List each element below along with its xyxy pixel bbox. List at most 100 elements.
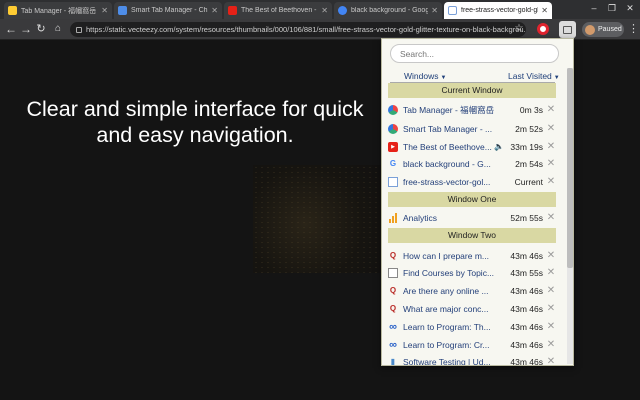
maximize-icon[interactable]: ❐ (606, 3, 618, 14)
tab-manager-icon (563, 26, 572, 34)
tab-item-time: 43m 46s (510, 321, 543, 332)
bookmark-star-icon[interactable]: ☆ (512, 22, 526, 36)
browser-tab[interactable]: Tab Manager - 福幗窩岳 - C ✕ (4, 2, 112, 19)
close-icon[interactable]: ✕ (546, 141, 556, 152)
tab-item-title: What are major conc... (403, 303, 489, 314)
windows-dropdown-label: Windows (404, 71, 439, 81)
tab-item-title: Smart Tab Manager - ... (403, 123, 493, 134)
tab-list-item[interactable]: Tab Manager - 福幗窩岳 0m 3s ✕ (388, 100, 556, 119)
close-tab-icon[interactable]: ✕ (211, 6, 218, 15)
tab-item-title: Learn to Program: Th... (403, 321, 491, 332)
forward-icon[interactable]: → (19, 22, 33, 36)
group-header-current-window: Current Window (388, 83, 556, 98)
close-window-icon[interactable]: ✕ (624, 3, 636, 14)
browser-tab[interactable]: The Best of Beethoven - Y ✕ (224, 2, 332, 19)
tab-list-item[interactable]: ▮ Software Testing | Ud... 43m 46s ✕ (388, 352, 556, 366)
close-icon[interactable]: ✕ (546, 176, 556, 187)
tab-item-title: black background - G... (403, 158, 491, 169)
tab-manager-icon (388, 104, 398, 115)
glitter-image (253, 165, 383, 273)
close-icon[interactable]: ✕ (546, 212, 556, 223)
browser-menu-icon[interactable]: ⋮ (628, 22, 639, 36)
tab-favicon (228, 6, 237, 15)
tab-item-title: Software Testing | Ud... (403, 356, 491, 366)
close-icon[interactable]: ✕ (546, 303, 556, 314)
tab-item-time: 43m 46s (510, 303, 543, 314)
caret-down-icon: ▼ (440, 75, 447, 81)
tab-manager-popup: Windows▼ Last Visited▼ Current Window Ta… (381, 38, 574, 366)
close-tab-icon[interactable]: ✕ (321, 6, 328, 15)
tab-item-time: 0m 3s (519, 104, 543, 115)
analytics-icon (388, 212, 398, 223)
close-icon[interactable]: ✕ (546, 356, 556, 365)
tab-favicon (448, 6, 457, 15)
tab-list-item[interactable]: Q What are major conc... 43m 46s ✕ (388, 299, 556, 318)
tab-item-time: 43m 46s (510, 339, 543, 350)
tab-item-title: Find Courses by Topic... (403, 267, 495, 278)
tab-list-item[interactable]: ∞ Learn to Program: Th... 43m 46s ✕ (388, 317, 556, 336)
youtube-icon: ▶ (388, 141, 398, 152)
page-headline: Clear and simple interface for quick and… (26, 97, 364, 147)
tab-strip: Tab Manager - 福幗窩岳 - C ✕ Smart Tab Manag… (0, 0, 640, 19)
windows-dropdown[interactable]: Windows ▼ (404, 71, 446, 81)
tab-title: The Best of Beethoven - Y (241, 7, 319, 14)
tab-item-title: free-strass-vector-gol... (403, 176, 491, 187)
browser-toolbar: ← → ↻ ⌂ https://static.vecteezy.com/syst… (0, 19, 640, 40)
close-tab-icon[interactable]: ✕ (101, 6, 108, 15)
speaker-icon[interactable]: 🔈 (494, 142, 504, 151)
tab-title: Tab Manager - 福幗窩岳 - C (21, 7, 98, 15)
search-input[interactable] (390, 44, 559, 63)
scrollbar-thumb[interactable] (567, 68, 573, 268)
profile-button[interactable]: Paused (582, 22, 624, 37)
popup-scrollbar[interactable] (567, 68, 573, 364)
image-icon (388, 176, 398, 187)
tab-list-item[interactable]: Find Courses by Topic... 43m 55s ✕ (388, 263, 556, 282)
tab-manager-extension-button[interactable] (559, 21, 576, 38)
udemy-icon (388, 267, 398, 278)
tab-item-time: 2m 52s (515, 123, 543, 134)
quora-icon: Q (389, 303, 397, 313)
tab-item-time: 33m 19s (510, 141, 543, 152)
tab-favicon (8, 6, 17, 15)
tab-list-item[interactable]: Smart Tab Manager - ... 2m 52s ✕ (388, 119, 556, 138)
profile-status: Paused (598, 26, 622, 33)
address-bar[interactable]: https://static.vecteezy.com/system/resou… (70, 22, 526, 37)
close-tab-icon[interactable]: ✕ (541, 6, 548, 15)
opera-extension-icon[interactable] (537, 23, 549, 35)
quora-icon: Q (389, 250, 397, 260)
close-icon[interactable]: ✕ (546, 123, 556, 134)
browser-tab-active[interactable]: free-strass-vector-gold-glitt ✕ (444, 2, 552, 19)
close-icon[interactable]: ✕ (546, 104, 556, 115)
caret-down-icon: ▼ (553, 75, 560, 81)
close-icon[interactable]: ✕ (546, 267, 556, 278)
browser-tab[interactable]: Smart Tab Manager - Chrome ✕ (114, 2, 222, 19)
tab-list-item[interactable]: Analytics 52m 55s ✕ (388, 208, 556, 227)
reload-icon[interactable]: ↻ (34, 22, 48, 36)
sort-dropdown[interactable]: Last Visited ▼ (508, 71, 560, 81)
tab-title: free-strass-vector-gold-glitt (461, 7, 539, 14)
home-icon[interactable]: ⌂ (51, 22, 65, 36)
minimize-icon[interactable]: – (588, 3, 600, 13)
tab-item-time: Current (514, 176, 543, 187)
tab-item-time: 43m 46s (510, 356, 543, 366)
browser-tab[interactable]: black background - Google S ✕ (334, 2, 442, 19)
tab-favicon (118, 6, 127, 15)
close-icon[interactable]: ✕ (546, 339, 556, 350)
back-icon[interactable]: ← (4, 22, 18, 36)
close-icon[interactable]: ✕ (546, 321, 556, 332)
tab-item-title: Learn to Program: Cr... (403, 339, 490, 350)
close-tab-icon[interactable]: ✕ (431, 6, 438, 15)
close-icon[interactable]: ✕ (546, 285, 556, 296)
close-icon[interactable]: ✕ (546, 158, 556, 169)
tab-list-item[interactable]: Q Are there any online ... 43m 46s ✕ (388, 281, 556, 300)
tab-title: Smart Tab Manager - Chrome (131, 7, 208, 14)
group-header-window-two: Window Two (388, 228, 556, 243)
lock-icon (76, 26, 82, 33)
tab-item-title: The Best of Beethove... (403, 141, 492, 152)
url-text: https://static.vecteezy.com/system/resou… (86, 25, 526, 34)
close-icon[interactable]: ✕ (546, 250, 556, 261)
google-icon: G (389, 158, 397, 168)
tab-list-item[interactable]: G black background - G... 2m 54s ✕ (388, 154, 556, 173)
software-testing-icon: ▮ (390, 356, 396, 366)
tab-list-item[interactable]: free-strass-vector-gol... Current ✕ (388, 172, 556, 191)
